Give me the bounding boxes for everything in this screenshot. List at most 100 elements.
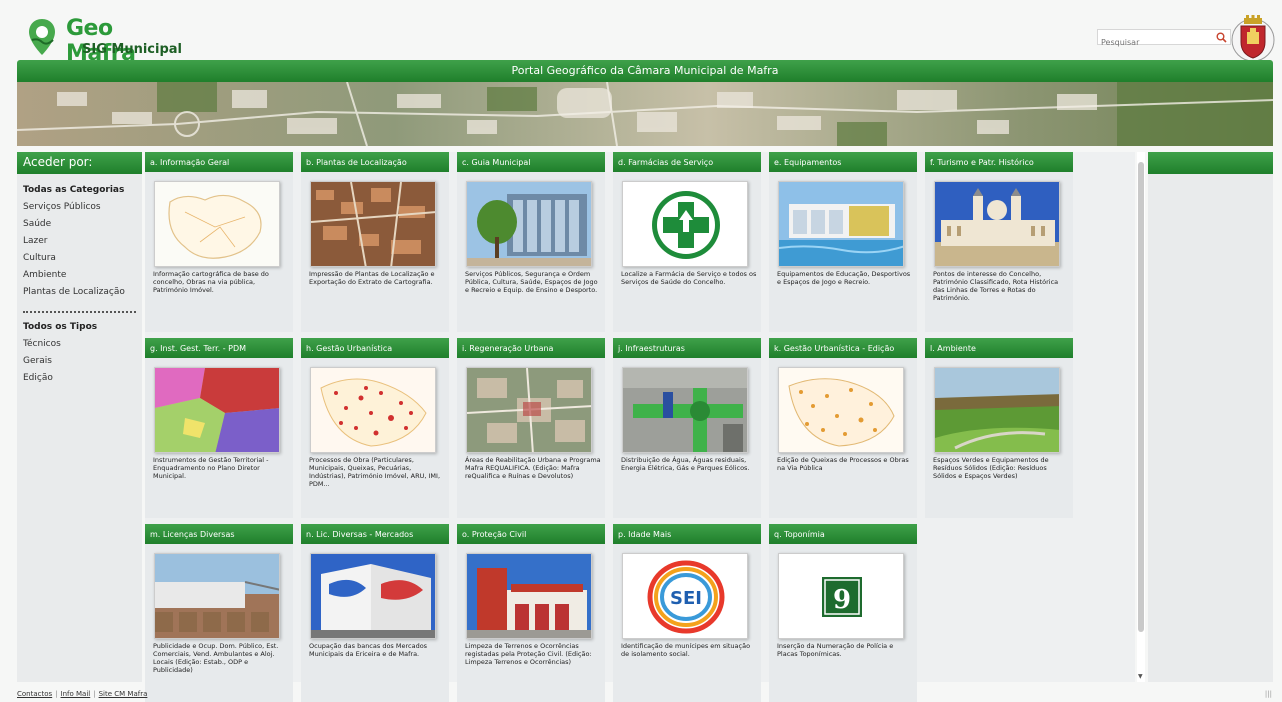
filter-servicos-publicos[interactable]: Serviços Públicos	[23, 199, 136, 216]
card-title[interactable]: d. Farmácias de Serviço	[613, 152, 761, 172]
footer-links: Contactos | Info Mail | Site CM Mafra	[17, 690, 148, 698]
site-cm-mafra-link[interactable]: Site CM Mafra	[99, 690, 148, 698]
type-filter-list: Todos os Tipos Técnicos Gerais Edição	[17, 319, 142, 387]
card-title[interactable]: h. Gestão Urbanística	[301, 338, 449, 358]
card-description: Identificação de munícipes em situação d…	[621, 642, 751, 658]
card-title[interactable]: p. Idade Mais	[613, 524, 761, 544]
card-title[interactable]: b. Plantas de Localização	[301, 152, 449, 172]
filter-plantas-localizacao[interactable]: Plantas de Localização	[23, 284, 136, 301]
card-title[interactable]: f. Turismo e Patr. Histórico	[925, 152, 1073, 172]
search-icon[interactable]	[1216, 32, 1227, 43]
mafra-coat-of-arms-icon[interactable]	[1230, 14, 1276, 64]
category-grid: a. Informação Geral Informação cartográf…	[145, 152, 1135, 702]
card-title[interactable]: a. Informação Geral	[145, 152, 293, 172]
aerial-town-image[interactable]	[310, 181, 436, 267]
geo-mafra-logo[interactable]: Geo Mafra SIG Municipal	[22, 14, 182, 66]
card-gestao-urbanistica[interactable]: h. Gestão Urbanística Processos de Obra …	[301, 338, 449, 518]
filter-saude[interactable]: Saúde	[23, 216, 136, 233]
pharmacy-cross-image[interactable]	[622, 181, 748, 267]
filter-cultura[interactable]: Cultura	[23, 250, 136, 267]
grid-scrollbar[interactable]: ▼	[1137, 152, 1145, 682]
card-turismo-patrimonio[interactable]: f. Turismo e Patr. Histórico Pontos de i…	[925, 152, 1073, 332]
card-description: Ocupação das bancas dos Mercados Municip…	[309, 642, 428, 658]
aerial-banner-image	[17, 82, 1273, 146]
card-description: Limpeza de Terrenos e Ocorrências regist…	[465, 642, 592, 666]
filter-all-types[interactable]: Todos os Tipos	[23, 319, 136, 336]
card-description: Localize a Farmácia de Serviço e todos o…	[621, 270, 757, 286]
card-infraestruturas[interactable]: j. Infraestruturas Distribuição de Água,…	[613, 338, 761, 518]
filter-lazer[interactable]: Lazer	[23, 233, 136, 250]
card-title[interactable]: n. Lic. Diversas - Mercados	[301, 524, 449, 544]
aerial-center-image[interactable]	[466, 367, 592, 453]
palace-image[interactable]	[934, 181, 1060, 267]
card-plantas-localizacao[interactable]: b. Plantas de Localização Impressão de P…	[301, 152, 449, 332]
right-panel	[1148, 152, 1273, 682]
card-title[interactable]: g. Inst. Gest. Terr. - PDM	[145, 338, 293, 358]
map-pin-icon	[29, 19, 55, 55]
house-number-text: 9	[833, 585, 851, 615]
card-licencas-diversas[interactable]: m. Licenças Diversas Publicidade e Ocup.…	[145, 524, 293, 702]
filter-all-categories[interactable]: Todas as Categorias	[23, 182, 136, 199]
card-title[interactable]: e. Equipamentos	[769, 152, 917, 172]
red-dots-map-image[interactable]	[310, 367, 436, 453]
card-ambiente[interactable]: l. Ambiente Espaços Verdes e Equipamento…	[925, 338, 1073, 518]
card-equipamentos[interactable]: e. Equipamentos Equipamentos de Educação…	[769, 152, 917, 332]
filter-edicao[interactable]: Edição	[23, 370, 136, 387]
search-input[interactable]	[1098, 35, 1210, 50]
scrollbar-thumb[interactable]	[1138, 162, 1144, 632]
card-regeneracao-urbana[interactable]: i. Regeneração Urbana Áreas de Reabilita…	[457, 338, 605, 518]
card-protecao-civil[interactable]: o. Proteção Civil Limpeza de Terrenos e …	[457, 524, 605, 702]
card-gestao-urbanistica-edicao[interactable]: k. Gestão Urbanística - Edição Edição de…	[769, 338, 917, 518]
filter-gerais[interactable]: Gerais	[23, 353, 136, 370]
pipes-image[interactable]	[622, 367, 748, 453]
card-description: Distribuição de Água, Águas residuais, E…	[621, 456, 750, 472]
house-number-image[interactable]: 9	[778, 553, 904, 639]
info-mail-link[interactable]: Info Mail	[61, 690, 91, 698]
card-title[interactable]: l. Ambiente	[925, 338, 1073, 358]
portal-page: Geo Mafra SIG Municipal Portal Geográfic…	[0, 0, 1282, 702]
map-outline-image[interactable]	[154, 181, 280, 267]
market-building-image[interactable]	[310, 553, 436, 639]
filter-ambiente[interactable]: Ambiente	[23, 267, 136, 284]
card-description: Instrumentos de Gestão Territorial - Enq…	[153, 456, 269, 480]
contactos-link[interactable]: Contactos	[17, 690, 52, 698]
card-idade-mais[interactable]: p. Idade Mais SEI Identificação de muníc…	[613, 524, 761, 702]
card-description: Informação cartográfica de base do conce…	[153, 270, 269, 294]
card-title[interactable]: q. Toponímia	[769, 524, 917, 544]
card-title[interactable]: c. Guia Municipal	[457, 152, 605, 172]
card-description: Impressão de Plantas de Localização e Ex…	[309, 270, 435, 286]
zoning-map-image[interactable]	[154, 367, 280, 453]
card-pdm[interactable]: g. Inst. Gest. Terr. - PDM Instrumentos …	[145, 338, 293, 518]
fire-station-image[interactable]	[466, 553, 592, 639]
footer-marker: |||	[1264, 690, 1272, 698]
card-description: Processos de Obra (Particulares, Municip…	[309, 456, 441, 488]
sidebar-divider	[23, 311, 136, 313]
card-farmacias-servico[interactable]: d. Farmácias de Serviço Localize a Farmá…	[613, 152, 761, 332]
search-box	[1097, 29, 1231, 50]
card-description: Edição de Queixas de Processos e Obras n…	[777, 456, 909, 472]
filter-tecnicos[interactable]: Técnicos	[23, 336, 136, 353]
green-park-image[interactable]	[934, 367, 1060, 453]
card-mercados[interactable]: n. Lic. Diversas - Mercados Ocupação das…	[301, 524, 449, 702]
card-guia-municipal[interactable]: c. Guia Municipal Serviços Públicos, Seg…	[457, 152, 605, 332]
card-toponimia[interactable]: q. Toponímia 9 Inserção da Numeração de …	[769, 524, 917, 702]
card-title[interactable]: m. Licenças Diversas	[145, 524, 293, 544]
scroll-down-arrow-icon[interactable]: ▼	[1138, 673, 1143, 680]
card-title[interactable]: i. Regeneração Urbana	[457, 338, 605, 358]
portal-title: Portal Geográfico da Câmara Municipal de…	[17, 60, 1273, 82]
card-description: Espaços Verdes e Equipamentos de Resíduo…	[933, 456, 1049, 480]
card-description: Equipamentos de Educação, Desportivos e …	[777, 270, 911, 286]
card-title[interactable]: j. Infraestruturas	[613, 338, 761, 358]
card-informacao-geral[interactable]: a. Informação Geral Informação cartográf…	[145, 152, 293, 332]
card-description: Publicidade e Ocup. Dom. Público, Est. C…	[153, 642, 279, 674]
orange-dots-map-image[interactable]	[778, 367, 904, 453]
market-stalls-image[interactable]	[154, 553, 280, 639]
card-title[interactable]: k. Gestão Urbanística - Edição	[769, 338, 917, 358]
sports-facility-image[interactable]	[778, 181, 904, 267]
right-panel-header	[1148, 152, 1273, 174]
card-title[interactable]: o. Proteção Civil	[457, 524, 605, 544]
municipal-building-image[interactable]	[466, 181, 592, 267]
sei-logo-image[interactable]: SEI	[622, 553, 748, 639]
category-filter-list: Todas as Categorias Serviços Públicos Sa…	[17, 174, 142, 301]
card-description: Serviços Públicos, Segurança e Ordem Púb…	[465, 270, 598, 294]
